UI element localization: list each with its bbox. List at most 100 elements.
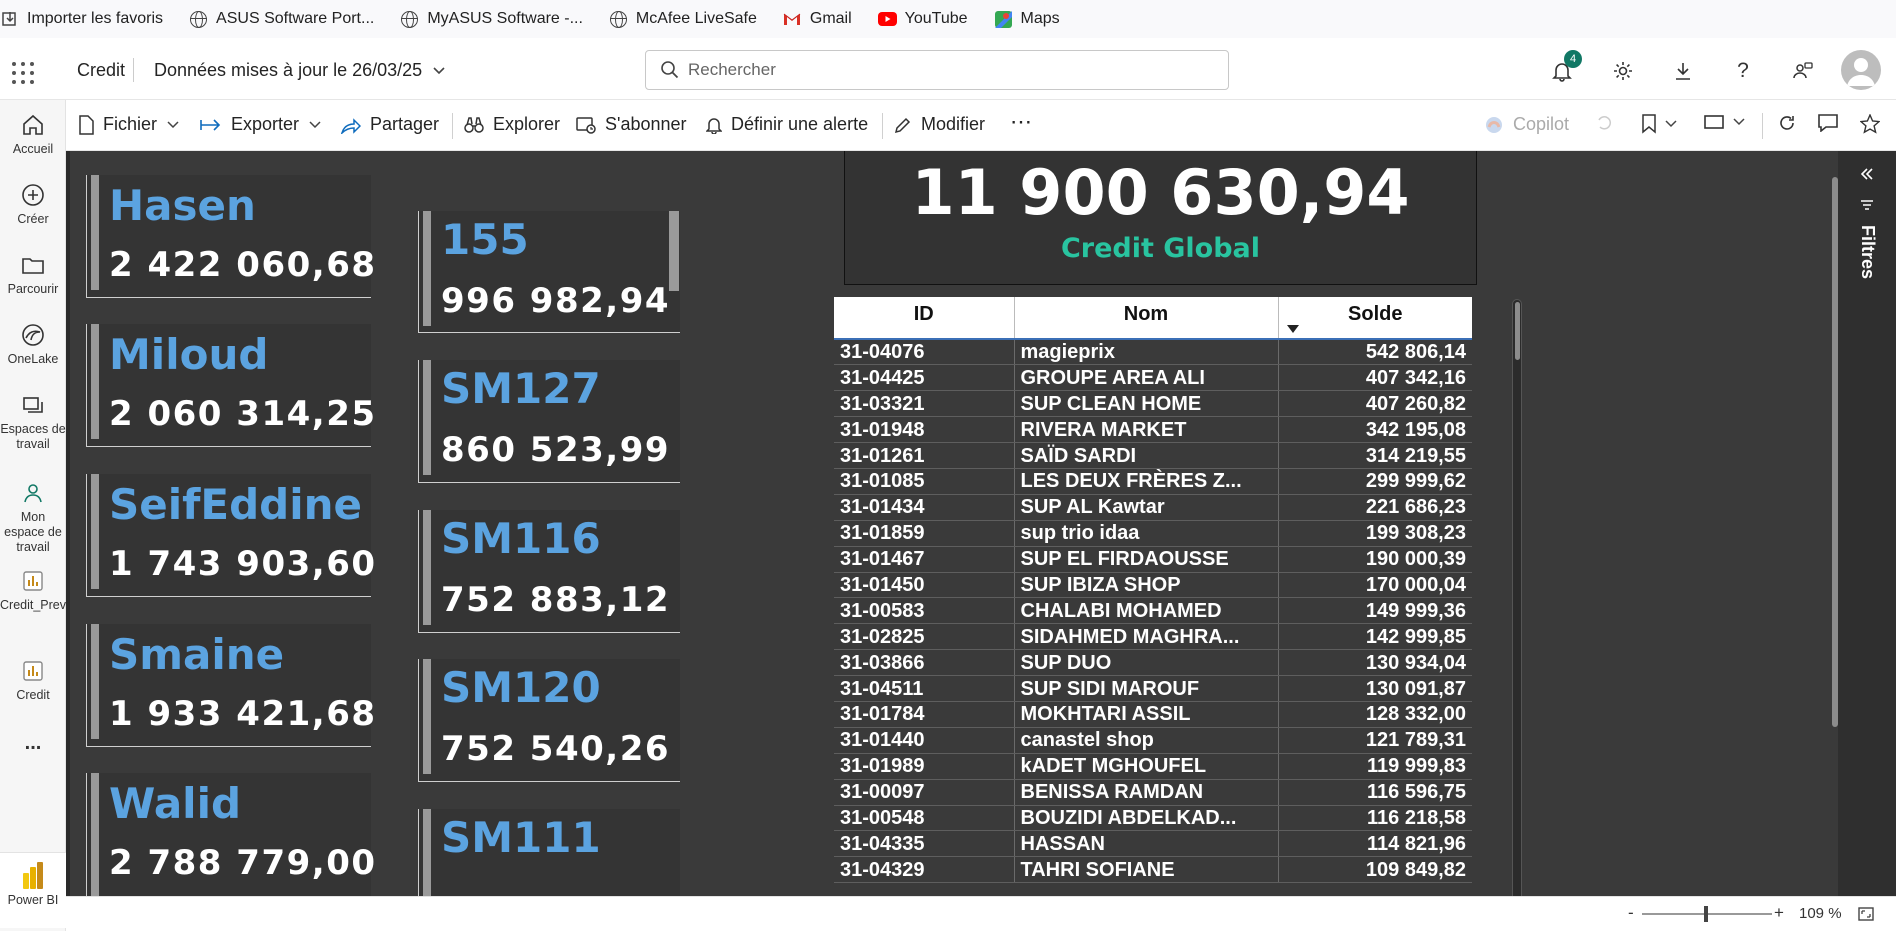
nav-home[interactable]: Accueil — [0, 112, 66, 157]
download-button[interactable] — [1670, 58, 1696, 84]
table-row[interactable]: 31-01085 LES DEUX FRÈRES Z... 299 999,62 — [834, 468, 1472, 495]
credit-global-kpi-card[interactable]: 11 900 630,94 Credit Global — [844, 151, 1477, 285]
bookmark-youtube[interactable]: YouTube — [877, 10, 968, 29]
undo-button[interactable] — [1596, 114, 1621, 130]
code-card[interactable]: SM120 752 540,26 — [418, 659, 680, 782]
data-updated-label[interactable]: Données mises à jour le 26/03/25 — [154, 60, 446, 81]
favorite-button[interactable] — [1860, 114, 1889, 134]
refresh-button[interactable] — [1778, 114, 1805, 132]
help-button[interactable]: ? — [1730, 58, 1756, 84]
more-options-button[interactable]: ⋯ — [1010, 109, 1032, 135]
kpi-label: Credit Global — [1060, 233, 1261, 264]
copilot-button[interactable]: Copilot — [1484, 114, 1569, 135]
column-header-id[interactable]: ID — [834, 297, 1014, 339]
salesperson-card[interactable]: Miloud 2 060 314,25 — [86, 324, 375, 447]
table-row[interactable]: 31-00583 CHALABI MOHAMED 149 999,36 — [834, 597, 1472, 625]
cell-solde: 130 091,87 — [1277, 675, 1472, 702]
user-avatar[interactable] — [1841, 50, 1881, 90]
subscribe-button[interactable]: S'abonner — [576, 114, 687, 135]
set-alert-button[interactable]: Définir une alerte — [706, 114, 868, 135]
bookmark-import[interactable]: Importer les favoris — [0, 10, 163, 29]
table-row[interactable]: 31-00548 BOUZIDI ABDELKAD... 116 218,58 — [834, 805, 1472, 832]
card-name: Smaine — [109, 630, 285, 679]
table-row[interactable]: 31-01440 canastel shop 121 789,31 — [834, 727, 1472, 754]
table-row[interactable]: 31-04329 TAHRI SOFIANE 109 849,82 — [834, 856, 1472, 884]
bookmark-gmail[interactable]: Gmail — [783, 10, 852, 29]
nav-credit-prevente[interactable]: Credit_Prevente — [0, 568, 91, 613]
table-row[interactable]: 31-04511 SUP SIDI MAROUF 130 091,87 — [834, 675, 1472, 702]
globe-icon — [189, 10, 208, 29]
nav-powerbi[interactable]: Power BI — [0, 852, 66, 928]
table-row[interactable]: 31-00097 BENISSA RAMDAN 116 596,75 — [834, 779, 1472, 806]
cell-id: 31-02825 — [834, 623, 1014, 651]
table-row[interactable]: 31-01261 SAÏD SARDI 314 219,55 — [834, 442, 1472, 469]
bookmark-asus-software-portal[interactable]: ASUS Software Port... — [189, 10, 374, 29]
table-row[interactable]: 31-01434 SUP AL Kawtar 221 686,23 — [834, 494, 1472, 521]
table-row[interactable]: 31-02825 SIDAHMED MAGHRA... 142 999,85 — [834, 623, 1472, 651]
refresh-icon — [1780, 116, 1794, 130]
salesperson-card[interactable]: Walid 2 788 779,00 — [86, 773, 375, 896]
code-card[interactable]: SM127 860 523,99 — [418, 360, 680, 483]
code-card[interactable]: 155 996 982,94 — [418, 211, 680, 333]
nav-onelake[interactable]: OneLake — [0, 322, 66, 367]
zoom-level[interactable]: 109 % — [1799, 905, 1842, 922]
fit-to-page-icon[interactable] — [1858, 907, 1874, 921]
zoom-slider-thumb[interactable] — [1704, 906, 1708, 922]
card-name: SM111 — [441, 813, 601, 862]
zoom-in-button[interactable]: + — [1774, 903, 1784, 923]
code-card[interactable]: SM116 752 883,12 — [418, 510, 680, 633]
table-scrollbar-thumb[interactable] — [1515, 302, 1520, 360]
cell-nom: CHALABI MOHAMED — [1013, 597, 1278, 625]
table-row[interactable]: 31-01948 RIVERA MARKET 342 195,08 — [834, 416, 1472, 444]
search-box[interactable]: Rechercher — [645, 50, 1229, 90]
report-name[interactable]: Credit — [77, 60, 125, 81]
bookmark-mcafee[interactable]: McAfee LiveSafe — [609, 10, 757, 29]
table-row[interactable]: 31-01467 SUP EL FIRDAOUSSE 190 000,39 — [834, 546, 1472, 573]
bookmark-myasus-software[interactable]: MyASUS Software -... — [400, 10, 583, 29]
cell-solde: 116 596,75 — [1277, 779, 1472, 806]
nav-my-workspace[interactable]: Mon espace de travail — [0, 480, 66, 555]
feedback-button[interactable] — [1790, 58, 1816, 84]
nav-browse[interactable]: Parcourir — [0, 252, 66, 297]
code-card[interactable]: SM111 — [418, 809, 680, 896]
column-header-nom[interactable]: Nom — [1013, 297, 1278, 339]
nav-credit[interactable]: Credit — [0, 658, 66, 703]
card-scrollbar[interactable] — [669, 211, 679, 291]
table-row[interactable]: 31-04076 magieprix 542 806,14 — [834, 339, 1472, 366]
zoom-slider[interactable] — [1642, 906, 1772, 922]
nav-more[interactable]: ... — [0, 733, 66, 753]
kpi-value: 11 900 630,94 — [911, 156, 1410, 229]
nav-label: Credit_Prevente — [0, 598, 91, 612]
double-chevron-left-icon[interactable] — [1860, 168, 1874, 180]
comments-button[interactable] — [1818, 114, 1847, 132]
bookmark-maps[interactable]: Maps — [994, 10, 1060, 29]
file-menu-button[interactable]: Fichier — [78, 114, 188, 135]
salesperson-card[interactable]: SeifEddine 1 743 903,60 — [86, 474, 375, 597]
explore-button[interactable]: Explorer — [464, 114, 560, 135]
table-row[interactable]: 31-01784 MOKHTARI ASSIL 128 332,00 — [834, 701, 1472, 728]
share-button[interactable]: Partager — [341, 114, 439, 135]
view-menu-button[interactable] — [1704, 114, 1754, 130]
table-row[interactable]: 31-01450 SUP IBIZA SHOP 170 000,04 — [834, 572, 1472, 599]
notifications-button[interactable]: 4 — [1549, 50, 1582, 84]
table-row[interactable]: 31-01989 kADET MGHOUFEL 119 999,83 — [834, 753, 1472, 780]
column-header-solde[interactable]: Solde — [1277, 297, 1472, 339]
nav-workspaces[interactable]: Espaces de travail — [0, 392, 66, 452]
nav-create[interactable]: Créer — [0, 182, 66, 227]
table-row[interactable]: 31-04425 GROUPE AREA ALI 407 342,16 — [834, 364, 1472, 392]
table-row[interactable]: 31-03321 SUP CLEAN HOME 407 260,82 — [834, 390, 1472, 418]
salesperson-card[interactable]: Smaine 1 933 421,68 — [86, 624, 375, 747]
salesperson-card[interactable]: Hasen 2 422 060,68 — [86, 175, 375, 298]
chevron-down-icon — [1733, 118, 1745, 126]
export-menu-button[interactable]: Exporter — [200, 114, 330, 135]
table-row[interactable]: 31-01859 sup trio idaa 199 308,23 — [834, 520, 1472, 547]
settings-button[interactable] — [1610, 58, 1636, 84]
edit-button[interactable]: Modifier — [894, 114, 985, 135]
zoom-out-button[interactable]: - — [1628, 903, 1634, 923]
filters-pane[interactable]: Filtres — [1838, 151, 1896, 896]
table-row[interactable]: 31-04335 HASSAN 114 821,96 — [834, 830, 1472, 858]
bookmark-menu-button[interactable] — [1642, 114, 1686, 134]
app-launcher-icon[interactable] — [12, 62, 34, 84]
table-scrollbar[interactable] — [1512, 299, 1522, 896]
table-row[interactable]: 31-03866 SUP DUO 130 934,04 — [834, 649, 1472, 677]
